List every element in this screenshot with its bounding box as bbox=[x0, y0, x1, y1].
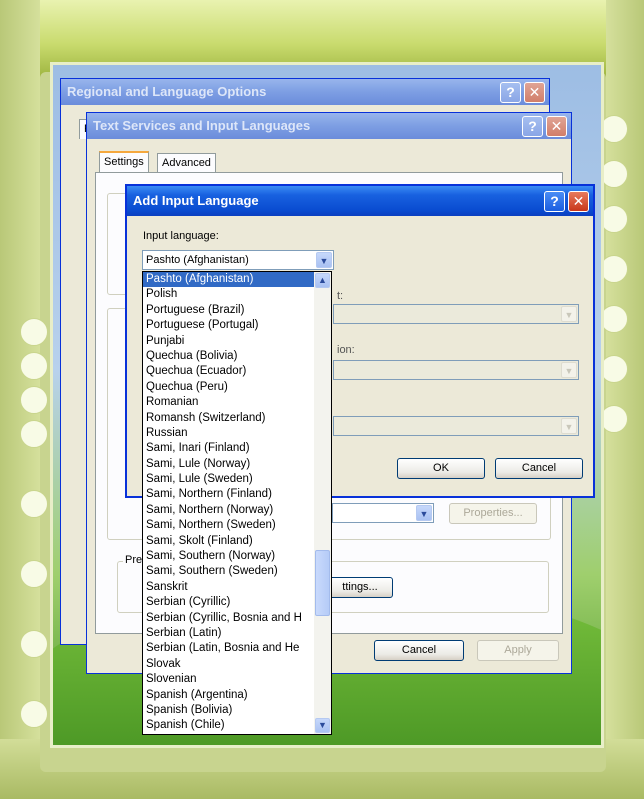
frame-scallop bbox=[20, 700, 48, 728]
language-option[interactable]: Portuguese (Portugal) bbox=[143, 318, 317, 333]
help-icon[interactable]: ? bbox=[522, 116, 543, 137]
language-option[interactable]: Spanish (Chile) bbox=[143, 718, 317, 733]
window-title: Regional and Language Options bbox=[67, 84, 267, 99]
language-option[interactable]: Sami, Lule (Sweden) bbox=[143, 472, 317, 487]
keyboard-layout-label: t: bbox=[337, 290, 344, 302]
language-option[interactable]: Romanian bbox=[143, 395, 317, 410]
language-option[interactable]: Serbian (Latin, Bosnia and He bbox=[143, 641, 317, 656]
chevron-down-icon: ▼ bbox=[561, 306, 577, 322]
preferences-label: Pre bbox=[123, 554, 145, 566]
language-option[interactable]: Sami, Inari (Finland) bbox=[143, 441, 317, 456]
language-option[interactable]: Slovak bbox=[143, 657, 317, 672]
frame-scallop bbox=[20, 630, 48, 658]
language-option[interactable]: Polish bbox=[143, 287, 317, 302]
text-services-titlebar: Text Services and Input Languages ? ✕ bbox=[87, 113, 571, 139]
cancel-button[interactable]: Cancel bbox=[495, 458, 583, 479]
language-option[interactable]: Serbian (Cyrillic) bbox=[143, 595, 317, 610]
help-icon[interactable]: ? bbox=[500, 82, 521, 103]
properties-button[interactable]: Properties... bbox=[449, 503, 537, 524]
language-option[interactable]: Sami, Northern (Sweden) bbox=[143, 518, 317, 533]
chevron-down-icon[interactable]: ▼ bbox=[316, 252, 332, 268]
services-combo[interactable]: ▼ bbox=[332, 503, 434, 523]
language-option[interactable]: Spanish (Argentina) bbox=[143, 688, 317, 703]
key-settings-button[interactable]: ttings... bbox=[327, 577, 393, 598]
language-option[interactable]: Quechua (Bolivia) bbox=[143, 349, 317, 364]
close-icon[interactable]: ✕ bbox=[546, 116, 567, 137]
frame-scallop bbox=[20, 318, 48, 346]
language-option[interactable]: Sami, Northern (Finland) bbox=[143, 487, 317, 502]
language-option[interactable]: Sami, Southern (Sweden) bbox=[143, 564, 317, 579]
window-title: Text Services and Input Languages bbox=[93, 118, 311, 133]
language-option[interactable]: Russian bbox=[143, 426, 317, 441]
third-combo[interactable]: ▼ bbox=[333, 416, 579, 436]
language-option[interactable]: Pashto (Afghanistan) bbox=[143, 272, 317, 288]
frame-scallop bbox=[600, 205, 628, 233]
language-option[interactable]: Sami, Southern (Norway) bbox=[143, 549, 317, 564]
language-option[interactable]: Serbian (Latin) bbox=[143, 626, 317, 641]
language-option[interactable]: Sami, Northern (Norway) bbox=[143, 503, 317, 518]
frame-scallop bbox=[20, 560, 48, 588]
language-option[interactable]: Spanish (Bolivia) bbox=[143, 703, 317, 718]
frame-scallop bbox=[600, 160, 628, 188]
ok-button[interactable]: OK bbox=[397, 458, 485, 479]
dialog-title: Add Input Language bbox=[133, 193, 259, 208]
add-language-titlebar: Add Input Language ? ✕ bbox=[127, 186, 593, 216]
language-list-items: Pashto (Afghanistan) Polish Portuguese (Br… bbox=[143, 272, 331, 734]
frame-scallop bbox=[20, 386, 48, 414]
cancel-button[interactable]: Cancel bbox=[374, 640, 464, 661]
tab-advanced[interactable]: Advanced bbox=[157, 153, 216, 173]
language-dropdown-list[interactable]: Pashto (Afghanistan) Polish Portuguese (Br… bbox=[142, 271, 332, 735]
input-language-label: Input language: bbox=[143, 230, 219, 242]
chevron-down-icon: ▼ bbox=[416, 505, 432, 521]
language-option[interactable]: Portuguese (Brazil) bbox=[143, 303, 317, 318]
close-icon[interactable]: ✕ bbox=[524, 82, 545, 103]
input-language-combo[interactable]: Pashto (Afghanistan) ▼ bbox=[142, 250, 334, 270]
regional-titlebar: Regional and Language Options ? ✕ bbox=[61, 79, 549, 105]
language-option[interactable]: Quechua (Ecuador) bbox=[143, 364, 317, 379]
option-combo[interactable]: ▼ bbox=[333, 360, 579, 380]
language-option[interactable]: Punjabi bbox=[143, 334, 317, 349]
frame-scallop bbox=[20, 490, 48, 518]
apply-button[interactable]: Apply bbox=[477, 640, 559, 661]
close-icon[interactable]: ✕ bbox=[568, 191, 589, 212]
tab-settings[interactable]: Settings bbox=[99, 151, 149, 173]
language-option[interactable]: Quechua (Peru) bbox=[143, 380, 317, 395]
language-option[interactable]: Sami, Lule (Norway) bbox=[143, 457, 317, 472]
keyboard-layout-combo[interactable]: ▼ bbox=[333, 304, 579, 324]
frame-scallop bbox=[600, 305, 628, 333]
scroll-thumb[interactable] bbox=[315, 550, 330, 616]
scroll-up-icon[interactable]: ▲ bbox=[315, 273, 330, 288]
help-icon[interactable]: ? bbox=[544, 191, 565, 212]
vertical-scrollbar[interactable]: ▲ ▼ bbox=[314, 272, 331, 734]
language-option[interactable]: Romansh (Switzerland) bbox=[143, 411, 317, 426]
frame-scallop bbox=[600, 405, 628, 433]
language-option[interactable]: Slovenian bbox=[143, 672, 317, 687]
frame-scallop bbox=[600, 115, 628, 143]
frame-scallop bbox=[600, 355, 628, 383]
chevron-down-icon: ▼ bbox=[561, 362, 577, 378]
language-option[interactable]: Sanskrit bbox=[143, 580, 317, 595]
frame-scallop bbox=[600, 255, 628, 283]
language-option[interactable]: Sami, Skolt (Finland) bbox=[143, 534, 317, 549]
chevron-down-icon: ▼ bbox=[561, 418, 577, 434]
selected-language: Pashto (Afghanistan) bbox=[146, 254, 249, 266]
frame-scallop bbox=[20, 420, 48, 448]
language-option[interactable]: Serbian (Cyrillic, Bosnia and H bbox=[143, 611, 317, 626]
frame-scallop bbox=[20, 352, 48, 380]
option-label: ion: bbox=[337, 344, 355, 356]
scroll-down-icon[interactable]: ▼ bbox=[315, 718, 330, 733]
